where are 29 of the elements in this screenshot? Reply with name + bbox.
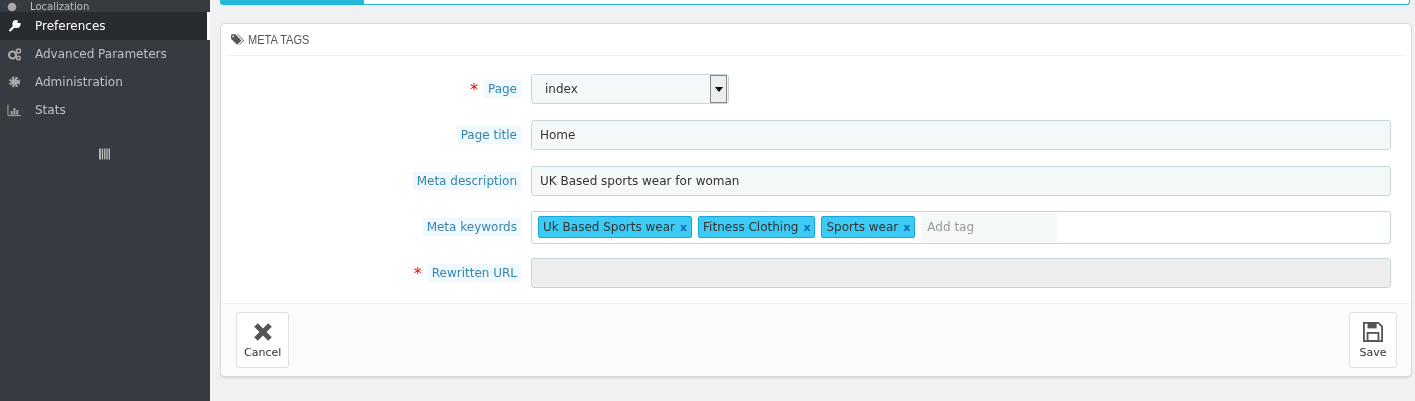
keyword-tag: Sports wear x <box>821 216 916 238</box>
required-mark: * <box>413 263 422 283</box>
sidebar-item[interactable]: Preferences <box>0 12 210 40</box>
gears-icon <box>7 47 22 61</box>
wrench-icon <box>7 19 22 33</box>
required-mark: * <box>469 79 478 99</box>
keyword-tag: Fitness Clothing x <box>698 216 816 238</box>
collapse-icon[interactable] <box>99 146 110 162</box>
input-field[interactable]: Home <box>531 120 1391 150</box>
field-label: Meta description <box>412 172 521 190</box>
sidebar-item[interactable]: Administration <box>0 68 210 96</box>
input-field[interactable]: UK Based sports wear for woman <box>531 166 1391 196</box>
bar-chart-icon <box>7 103 22 117</box>
caret-icon <box>714 86 723 92</box>
gear-icon <box>7 75 22 89</box>
page-select[interactable]: index <box>531 74 729 104</box>
save-button[interactable]: Save <box>1349 312 1397 368</box>
field-label: Page title <box>456 126 521 144</box>
field-label: Rewritten URL <box>427 264 521 282</box>
keyword-tag: Uk Based Sports wear x <box>538 216 693 238</box>
cancel-button[interactable]: Cancel <box>236 312 290 368</box>
field-label: Meta keywords <box>422 218 521 236</box>
tags-icon <box>231 34 245 45</box>
sidebar-item[interactable]: Advanced Parameters <box>0 40 210 68</box>
sidebar-item[interactable]: Localization <box>0 0 210 12</box>
close-icon <box>252 321 273 342</box>
sidebar-item[interactable]: Stats <box>0 96 210 124</box>
field-label: Page <box>483 80 521 98</box>
panel-title: META TAGS <box>248 32 310 47</box>
